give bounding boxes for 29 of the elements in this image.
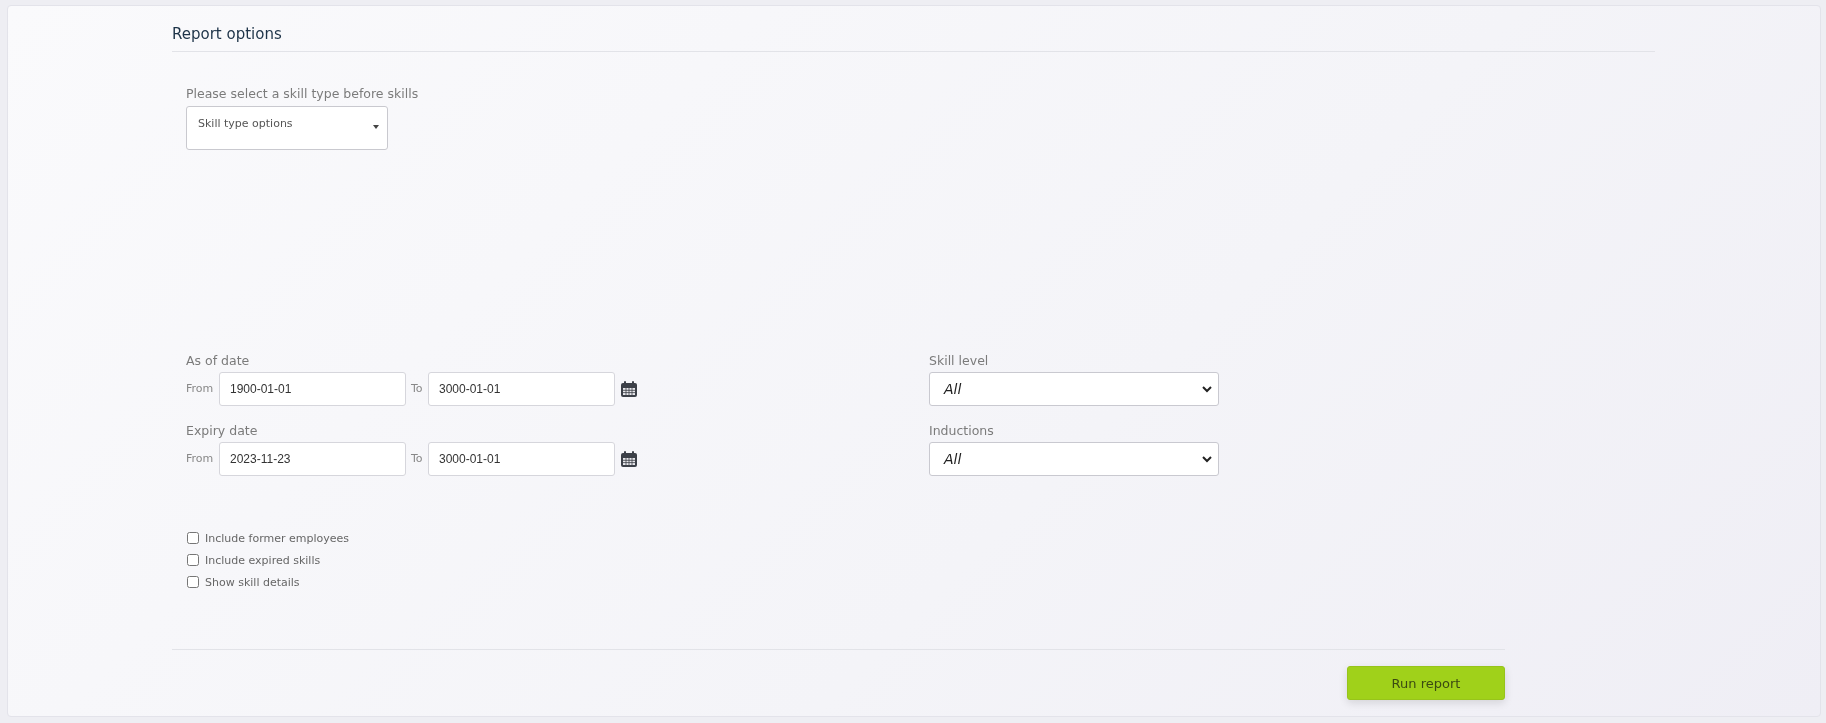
- to-label: To: [411, 452, 424, 466]
- field-label: As of date: [186, 353, 250, 369]
- from-label: From: [186, 382, 215, 396]
- select-dropdown[interactable]: All: [929, 372, 1219, 406]
- field-label: Inductions: [929, 423, 994, 439]
- date-field[interactable]: 2023-11-23: [219, 442, 406, 476]
- skill-type-dropdown[interactable]: Skill type options: [186, 106, 388, 150]
- field-label: Expiry date: [186, 423, 258, 439]
- field-label: Please select a skill type before skills: [186, 86, 419, 102]
- checkbox[interactable]: [187, 554, 199, 566]
- calendar-icon[interactable]: [620, 380, 638, 398]
- caret-icon: [373, 125, 379, 129]
- section-title: Report options: [172, 24, 282, 44]
- select-dropdown[interactable]: All: [929, 442, 1219, 476]
- to-label: To: [411, 382, 424, 396]
- run-report-button[interactable]: Run report: [1347, 666, 1505, 700]
- date-field[interactable]: 3000-01-01: [428, 442, 615, 476]
- checkbox[interactable]: [187, 532, 199, 544]
- checkbox-label: Include former employees: [205, 531, 349, 545]
- chevron-icon: [1202, 455, 1212, 463]
- checkbox-label: Include expired skills: [205, 553, 321, 567]
- date-field[interactable]: 3000-01-01: [428, 372, 615, 406]
- calendar-icon[interactable]: [620, 450, 638, 468]
- from-label: From: [186, 452, 215, 466]
- checkbox[interactable]: [187, 576, 199, 588]
- field-label: Skill level: [929, 353, 989, 369]
- chevron-icon: [1202, 385, 1212, 393]
- date-field[interactable]: 1900-01-01: [219, 372, 406, 406]
- checkbox-label: Show skill details: [205, 575, 300, 589]
